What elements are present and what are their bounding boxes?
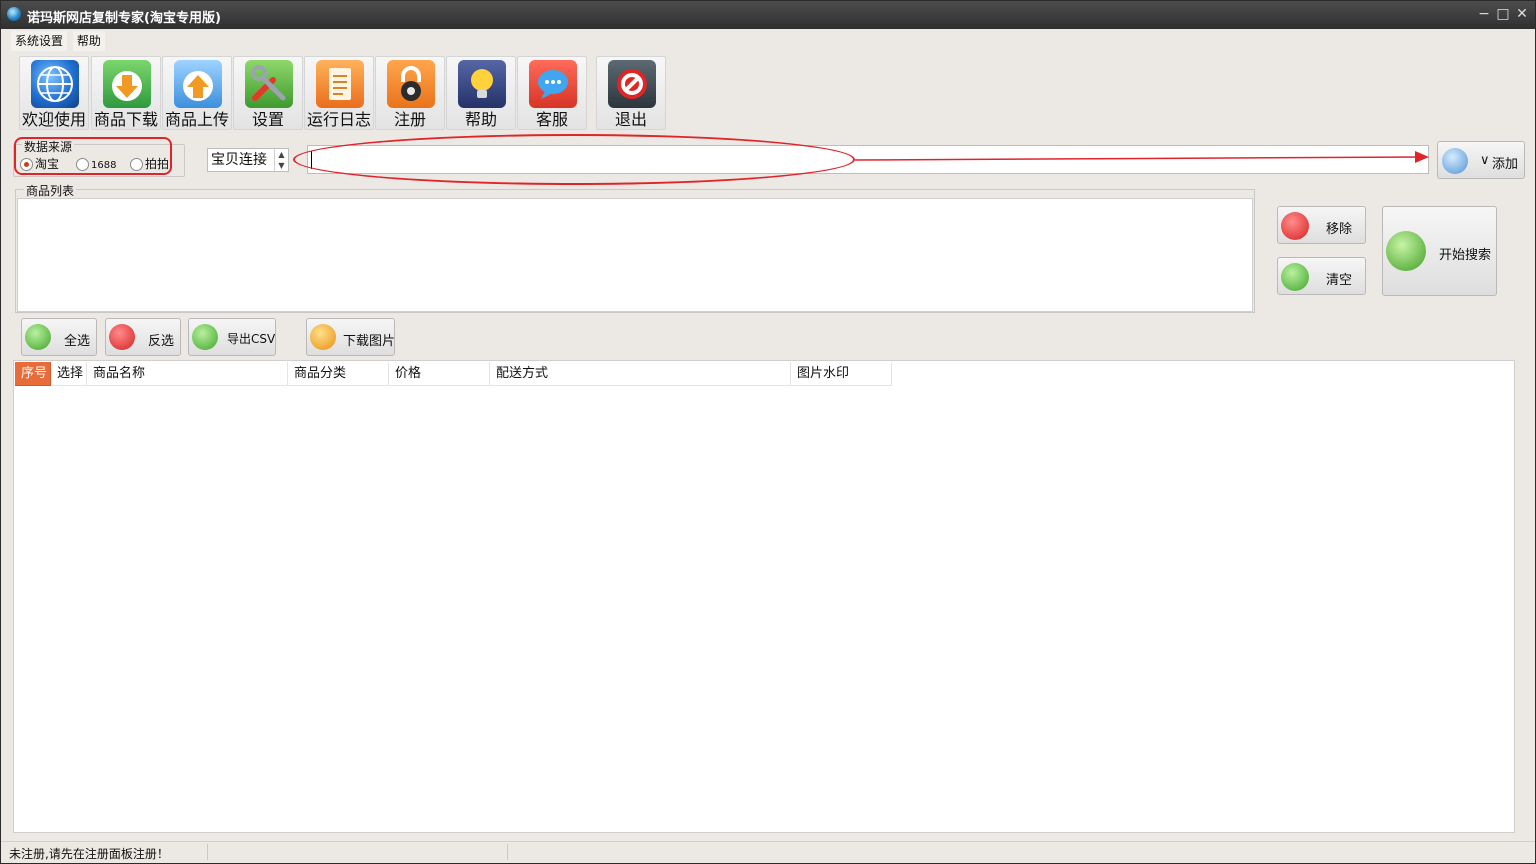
start-search-button[interactable]: 开始搜索 bbox=[1382, 206, 1497, 296]
grid-col-shipping[interactable]: 配送方式 bbox=[490, 362, 791, 386]
status-bar: 未注册,请先在注册面板注册！ bbox=[1, 841, 1535, 863]
check-icon bbox=[25, 324, 51, 350]
exit-icon bbox=[608, 60, 656, 108]
chat-icon bbox=[529, 60, 577, 108]
url-input[interactable] bbox=[307, 145, 1429, 174]
remove-button[interactable]: 移除 bbox=[1277, 206, 1366, 244]
grid-col-name[interactable]: 商品名称 bbox=[87, 362, 288, 386]
add-button-label: 添加 bbox=[1492, 157, 1519, 172]
invert-select-label: 反选 bbox=[148, 334, 175, 349]
download-icon bbox=[103, 60, 151, 108]
data-source-title: 数据来源 bbox=[22, 138, 75, 155]
source-radio-paipai[interactable]: 拍拍 bbox=[130, 157, 169, 171]
toolbar-log-label: 运行日志 bbox=[306, 110, 371, 129]
clear-button[interactable]: 清空 bbox=[1277, 257, 1366, 295]
title-bar: 诺玛斯网店复制专家(淘宝专用版) − □ ✕ bbox=[1, 1, 1535, 29]
menu-bar: 系统设置 帮助 bbox=[11, 31, 107, 51]
grid-col-watermark[interactable]: 图片水印 bbox=[791, 362, 892, 386]
product-list-title: 商品列表 bbox=[24, 182, 77, 199]
toolbar-upload-button[interactable]: 商品上传 bbox=[162, 56, 232, 130]
toolbar-welcome-button[interactable]: 欢迎使用 bbox=[19, 56, 89, 130]
remove-icon bbox=[1281, 212, 1309, 240]
toolbar-download-label: 商品下载 bbox=[93, 110, 158, 129]
log-icon bbox=[316, 60, 364, 108]
download-images-label: 下载图片 bbox=[343, 334, 396, 349]
source-option-label: 淘宝 bbox=[35, 157, 60, 171]
toolbar-welcome-label: 欢迎使用 bbox=[21, 110, 86, 129]
source-option-label: 1688 bbox=[91, 160, 117, 171]
toolbar-exit-label: 退出 bbox=[614, 110, 647, 129]
add-button[interactable]: ∨ 添加 bbox=[1437, 141, 1525, 179]
add-dropdown-icon: ∨ bbox=[1480, 153, 1490, 168]
grid-col-index[interactable]: 序号 bbox=[15, 362, 51, 386]
radio-checked-icon bbox=[20, 158, 33, 171]
minimize-button[interactable]: − bbox=[1475, 5, 1493, 23]
select-all-label: 全选 bbox=[64, 334, 91, 349]
menu-help[interactable]: 帮助 bbox=[72, 31, 105, 51]
lightbulb-icon bbox=[458, 60, 506, 108]
grid-col-price[interactable]: 价格 bbox=[389, 362, 490, 386]
document-icon bbox=[192, 324, 218, 350]
toolbar-help-label: 帮助 bbox=[464, 110, 497, 129]
toolbar-register-button[interactable]: 注册 bbox=[375, 56, 445, 130]
product-grid[interactable]: 序号 选择 商品名称 商品分类 价格 配送方式 图片水印 bbox=[13, 360, 1515, 833]
app-logo-icon bbox=[7, 7, 21, 21]
export-csv-button[interactable]: 导出CSV bbox=[188, 318, 276, 356]
upload-icon bbox=[174, 60, 222, 108]
toolbar-settings-label: 设置 bbox=[251, 110, 284, 129]
toolbar-exit-button[interactable]: 退出 bbox=[596, 56, 666, 130]
refresh-icon bbox=[1281, 263, 1309, 291]
status-separator bbox=[507, 844, 508, 860]
status-separator bbox=[207, 844, 208, 860]
select-all-button[interactable]: 全选 bbox=[21, 318, 97, 356]
data-source-group: 数据来源 淘宝 1688 拍拍 bbox=[13, 138, 185, 177]
toolbar-settings-button[interactable]: 设置 bbox=[233, 56, 303, 130]
toolbar-service-button[interactable]: 客服 bbox=[517, 56, 587, 130]
cross-icon bbox=[109, 324, 135, 350]
toolbar-register-label: 注册 bbox=[393, 110, 426, 129]
search-type-select[interactable]: 宝贝连接 ▲ ▼ bbox=[207, 148, 289, 172]
star-icon bbox=[310, 324, 336, 350]
app-window: 诺玛斯网店复制专家(淘宝专用版) − □ ✕ 系统设置 帮助 欢迎使用 商品下载… bbox=[0, 0, 1536, 864]
download-images-button[interactable]: 下载图片 bbox=[306, 318, 395, 356]
toolbar-help-button[interactable]: 帮助 bbox=[446, 56, 516, 130]
lock-icon bbox=[387, 60, 435, 108]
toolbar-service-label: 客服 bbox=[535, 110, 568, 129]
status-text: 未注册,请先在注册面板注册！ bbox=[9, 847, 169, 861]
grid-header: 序号 选择 商品名称 商品分类 价格 配送方式 图片水印 bbox=[15, 362, 892, 386]
export-csv-label: 导出CSV bbox=[227, 332, 276, 346]
close-button[interactable]: ✕ bbox=[1513, 5, 1531, 23]
toolbar-download-button[interactable]: 商品下载 bbox=[91, 56, 161, 130]
search-type-value: 宝贝连接 bbox=[211, 152, 267, 168]
toolbar-log-button[interactable]: 运行日志 bbox=[304, 56, 374, 130]
clear-button-label: 清空 bbox=[1326, 273, 1353, 288]
window-title: 诺玛斯网店复制专家(淘宝专用版) bbox=[27, 11, 221, 26]
toolbar-upload-label: 商品上传 bbox=[164, 110, 229, 129]
text-caret bbox=[311, 151, 312, 169]
invert-select-button[interactable]: 反选 bbox=[105, 318, 181, 356]
spinner-arrows-icon[interactable]: ▲ ▼ bbox=[274, 149, 288, 171]
grid-col-category[interactable]: 商品分类 bbox=[288, 362, 389, 386]
radio-unchecked-icon bbox=[130, 158, 143, 171]
radio-unchecked-icon bbox=[76, 158, 89, 171]
start-search-label: 开始搜索 bbox=[1439, 248, 1492, 263]
source-option-label: 拍拍 bbox=[145, 157, 170, 171]
maximize-button[interactable]: □ bbox=[1494, 5, 1512, 23]
grid-col-select[interactable]: 选择 bbox=[51, 362, 87, 386]
product-list-box[interactable] bbox=[17, 198, 1253, 312]
search-icon bbox=[1386, 231, 1426, 271]
add-link-icon bbox=[1442, 148, 1468, 174]
product-list-group: 商品列表 bbox=[15, 182, 1255, 313]
menu-system-settings[interactable]: 系统设置 bbox=[11, 31, 68, 51]
remove-button-label: 移除 bbox=[1326, 222, 1353, 237]
globe-icon bbox=[31, 60, 79, 108]
tools-icon bbox=[245, 60, 293, 108]
source-radio-1688[interactable]: 1688 bbox=[76, 157, 116, 171]
source-radio-taobao[interactable]: 淘宝 bbox=[20, 157, 59, 171]
